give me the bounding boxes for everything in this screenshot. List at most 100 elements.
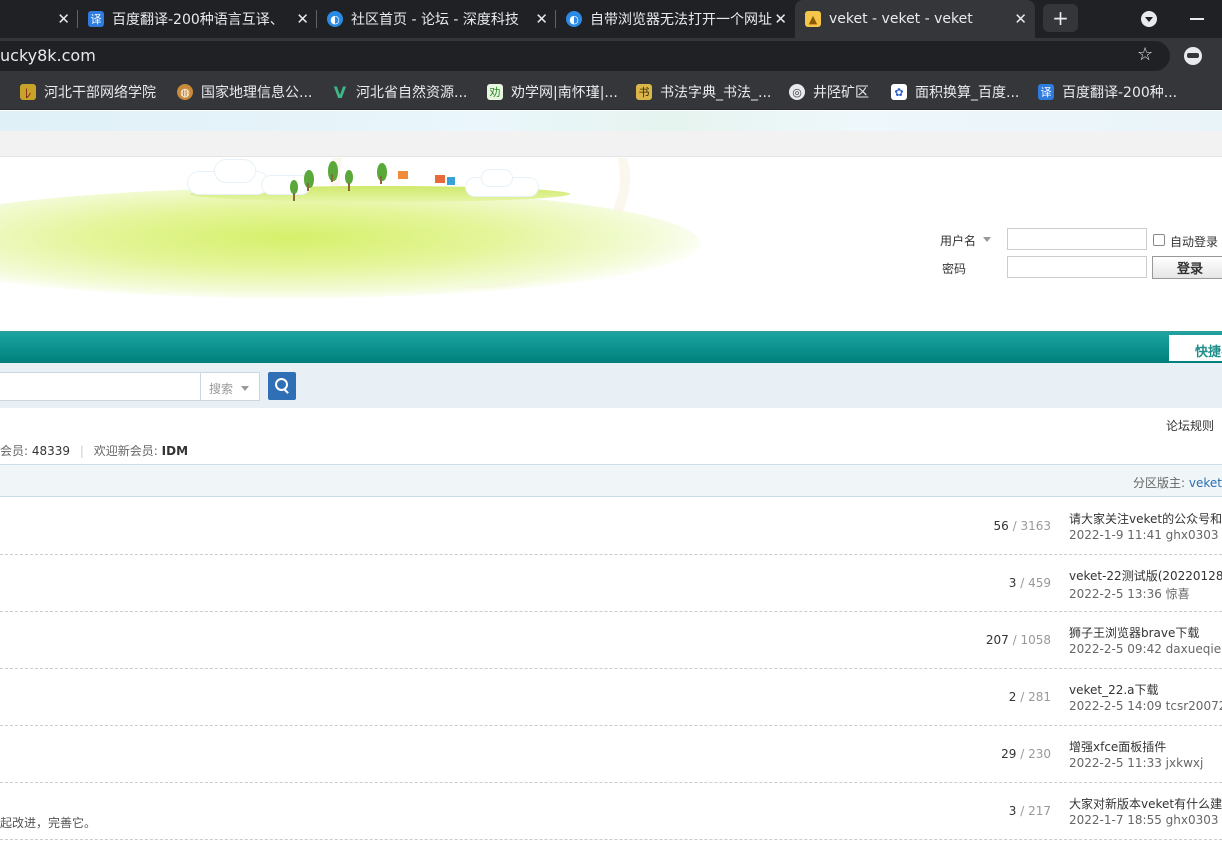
username-label[interactable]: 用户名 — [940, 232, 976, 249]
search-button[interactable] — [268, 372, 296, 400]
post-count: 3163 — [1020, 519, 1051, 533]
bookmark-star-icon[interactable]: ☆ — [1137, 44, 1153, 65]
baidu-paw-icon: ✿ — [891, 84, 907, 100]
quanxue-icon: 劝 — [487, 84, 503, 100]
moderator-label: 分区版主: — [1133, 476, 1186, 490]
profile-incognito-icon[interactable] — [1184, 47, 1202, 65]
bookmark-item[interactable]: 劝 劝学网|南怀瑾|... — [487, 74, 618, 110]
bookmark-label: 面积换算_百度... — [915, 85, 1020, 101]
cloud-decoration — [482, 170, 512, 186]
bookmark-label: 劝学网|南怀瑾|... — [511, 85, 618, 101]
bookmark-item[interactable]: ✿ 面积换算_百度... — [891, 74, 1019, 110]
tree-decoration — [377, 163, 387, 184]
search-input[interactable] — [0, 372, 201, 401]
stats-divider: | — [79, 444, 84, 458]
tab-title: 百度翻译-200种语言互译、 — [112, 12, 284, 28]
bookmark-item[interactable]: ﾚ 河北干部网络学院 — [20, 74, 156, 110]
last-post-meta: 2022-2-5 11:33 jxkwxj — [1069, 756, 1204, 770]
last-post-link[interactable]: 大家对新版本veket有什么建 — [1069, 795, 1222, 812]
forum-row[interactable]: 207 / 1058 狮子王浏览器brave下载 2022-2-5 09:42 da… — [0, 612, 1222, 669]
bookmark-label: 井陉矿区 — [813, 85, 869, 101]
tree-decoration — [304, 170, 314, 191]
close-tab-icon[interactable]: ✕ — [774, 10, 787, 28]
category-header — [0, 464, 1222, 497]
browser-toolbar — [0, 38, 1222, 74]
browser-tab-partial[interactable]: ✕ — [0, 0, 78, 38]
bookmark-item[interactable]: ◍ 国家地理信息公... — [177, 74, 312, 110]
post-count: 230 — [1028, 747, 1051, 761]
forum-stats: 会员: 48339 | 欢迎新会员: IDM — [0, 442, 188, 459]
bookmark-item[interactable]: 译 百度翻译-200种... — [1038, 74, 1177, 110]
address-bar-url[interactable]: ucky8k.com — [0, 46, 96, 65]
bookmark-label: 河北干部网络学院 — [44, 85, 156, 101]
bookmark-item[interactable]: 书 书法字典_书法_... — [636, 74, 771, 110]
post-count: 459 — [1028, 576, 1051, 590]
address-bar[interactable] — [0, 41, 1170, 71]
last-post-link[interactable]: veket-22测试版(20220128更 — [1069, 567, 1222, 584]
browser-tab[interactable]: 译 百度翻译-200种语言互译、 ✕ — [78, 0, 317, 38]
auto-login-checkbox[interactable] — [1153, 234, 1165, 246]
quick-nav-tab[interactable]: 快捷导航 — [1169, 335, 1222, 361]
close-tab-icon[interactable]: ✕ — [1014, 10, 1027, 28]
post-count: 281 — [1028, 690, 1051, 704]
members-label: 会员: — [0, 444, 29, 458]
forum-counts: 2 / 281 — [1008, 690, 1051, 704]
username-input[interactable] — [1007, 228, 1147, 250]
password-label: 密码 — [942, 262, 967, 276]
last-post-link[interactable]: 狮子王浏览器brave下载 — [1069, 624, 1199, 641]
auto-login-label[interactable]: 自动登录 — [1170, 233, 1218, 250]
forum-counts: 207 / 1058 — [985, 633, 1051, 647]
last-post-link[interactable]: 增强xfce面板插件 — [1069, 738, 1166, 755]
bookmark-label: 百度翻译-200种... — [1062, 85, 1178, 101]
browser-tab[interactable]: ◐ 社区首页 - 论坛 - 深度科技 ✕ — [317, 0, 556, 38]
last-post-meta: 2022-1-9 11:41 ghx0303 — [1069, 528, 1219, 542]
tab-search-icon[interactable] — [1141, 11, 1157, 27]
members-count: 48339 — [31, 444, 71, 458]
search-bar: 搜索 — [0, 363, 1222, 408]
bookmark-item[interactable]: V 河北省自然资源... — [325, 74, 474, 110]
moderator-link[interactable]: veket, — [1189, 476, 1222, 490]
login-button[interactable]: 登录 — [1152, 256, 1222, 279]
forum-rules-link[interactable]: 论坛规则 — [1166, 417, 1214, 434]
close-tab-icon[interactable]: ✕ — [296, 10, 309, 28]
close-tab-icon[interactable]: ✕ — [57, 10, 70, 28]
main-nav-bar — [0, 331, 1222, 363]
header-banner: 用户名 自动登录 密码 登录 — [0, 158, 1222, 331]
newest-member-link[interactable]: IDM — [162, 444, 188, 458]
tree-decoration — [345, 170, 353, 191]
deepin-icon: ◐ — [566, 11, 582, 27]
forum-row[interactable]: 29 / 230 增强xfce面板插件 2022-2-5 11:33 jxkwxj — [0, 726, 1222, 783]
tree-decoration — [328, 161, 338, 182]
minimize-window-icon[interactable] — [1190, 18, 1204, 20]
baidu-translate-icon: 译 — [1038, 84, 1054, 100]
forum-counts: 3 / 217 — [1008, 804, 1051, 818]
v-logo-icon: V — [333, 82, 347, 102]
forum-description: 起改进，完善它。 — [0, 816, 97, 830]
forum-row[interactable]: 2 / 281 veket_22.a下载 2022-2-5 14:09 tcsr20… — [0, 669, 1222, 726]
section-moderators: 分区版主: veket, — [1133, 474, 1222, 491]
last-post-link[interactable]: 请大家关注veket的公众号和 — [1069, 510, 1222, 527]
new-tab-button[interactable]: + — [1043, 4, 1078, 32]
bookmark-item[interactable]: ◎ 井陉矿区 — [789, 74, 869, 110]
forum-row[interactable]: 56 / 3163 请大家关注veket的公众号和 2022-1-9 11:41 g… — [0, 498, 1222, 555]
forum-counts: 56 / 3163 — [993, 519, 1052, 533]
forum-row[interactable]: 起改进，完善它。 3 / 217 大家对新版本veket有什么建 2022-1-7 1… — [0, 783, 1222, 840]
last-post-meta: 2022-2-5 09:42 daxueqier — [1069, 642, 1222, 656]
globe-grid-icon: ◍ — [177, 84, 193, 100]
cloud-decoration — [215, 160, 255, 182]
tab-title: veket - veket - veket — [829, 11, 973, 27]
close-tab-icon[interactable]: ✕ — [535, 10, 548, 28]
house-decoration — [398, 171, 408, 179]
veket-icon: ▲ — [805, 11, 821, 27]
cloud-decoration — [262, 176, 310, 194]
browser-tab-active[interactable]: ▲ veket - veket - veket ✕ — [795, 0, 1035, 38]
password-input[interactable] — [1007, 256, 1147, 278]
tab-title: 自带浏览器无法打开一个网址 — [590, 12, 772, 28]
last-post-link[interactable]: veket_22.a下载 — [1069, 681, 1159, 698]
forum-row[interactable]: 3 / 459 veket-22测试版(20220128更 2022-2-5 13:… — [0, 555, 1222, 612]
chevron-down-icon[interactable] — [983, 237, 991, 242]
last-post-meta: 2022-2-5 13:36 惊喜 — [1069, 587, 1190, 601]
search-type-select[interactable]: 搜索 — [200, 372, 260, 401]
post-count: 217 — [1028, 804, 1051, 818]
browser-tab[interactable]: ◐ 自带浏览器无法打开一个网址 ✕ — [556, 0, 795, 38]
